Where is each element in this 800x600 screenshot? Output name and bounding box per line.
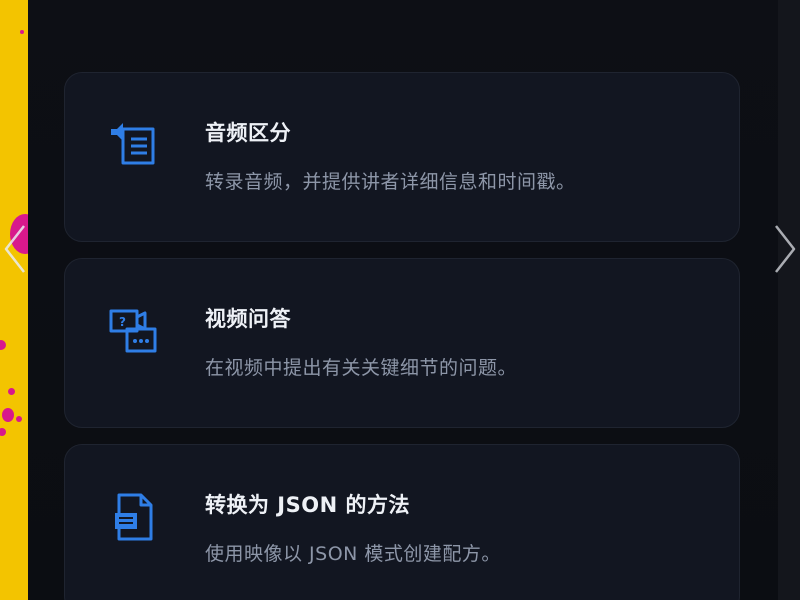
decoration-dot <box>16 416 22 422</box>
suggestion-card-audio[interactable]: 音频区分 转录音频，并提供讲者详细信息和时间戳。 <box>64 72 740 242</box>
audio-transcript-icon <box>111 123 155 165</box>
card-description: 使用映像以 JSON 模式创建配方。 <box>205 543 501 565</box>
decoration-dot <box>0 428 6 436</box>
video-question-icon: ? <box>109 309 157 353</box>
chevron-left-icon[interactable] <box>2 222 32 276</box>
card-title: 音频区分 <box>205 121 291 145</box>
card-description: 转录音频，并提供讲者详细信息和时间戳。 <box>205 171 576 193</box>
suggestion-card-video-qa[interactable]: ? 视频问答 在视频中提出有关关键细节的问题。 <box>64 258 740 428</box>
card-title: 视频问答 <box>205 307 291 331</box>
decoration-dot <box>8 388 15 395</box>
decoration-dot <box>2 408 14 422</box>
decoration-dot <box>20 30 24 34</box>
svg-text:?: ? <box>119 315 126 329</box>
document-json-icon <box>115 493 153 541</box>
suggestion-card-json[interactable]: 转换为 JSON 的方法 使用映像以 JSON 模式创建配方。 <box>64 444 740 600</box>
right-margin <box>778 0 800 600</box>
card-title: 转换为 JSON 的方法 <box>205 493 410 517</box>
chevron-right-icon[interactable] <box>770 222 800 276</box>
card-description: 在视频中提出有关关键细节的问题。 <box>205 357 518 379</box>
app-screen: 音频区分 转录音频，并提供讲者详细信息和时间戳。 ? 视频问答 在视频中提出有关… <box>0 0 800 600</box>
decoration-dot <box>0 340 6 350</box>
background-decoration-strip <box>0 0 28 600</box>
